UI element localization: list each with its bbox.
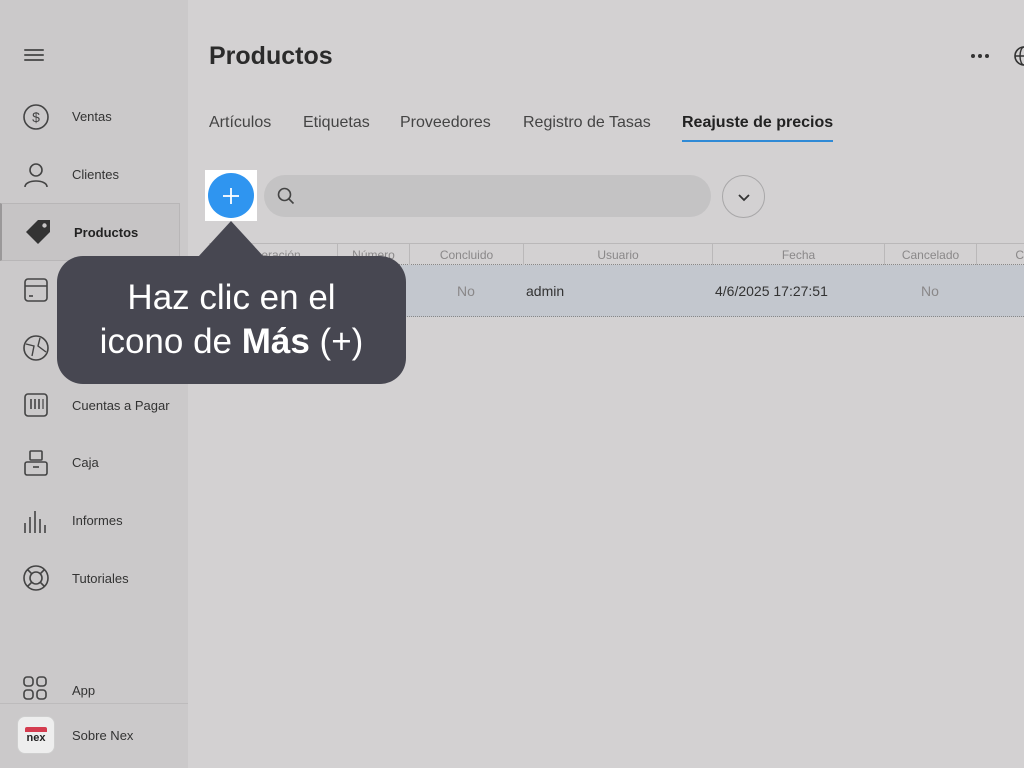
sidebar-item-label: Cuentas a Pagar	[72, 397, 170, 413]
cell-cancelado: No	[921, 283, 939, 299]
cell-concluido: No	[457, 283, 475, 299]
column-header[interactable]: Concluido	[409, 244, 523, 265]
sidebar-item-ventas[interactable]: $ Ventas	[0, 88, 188, 146]
sidebar-item-label: Caja	[72, 455, 99, 471]
column-header[interactable]: Fecha	[712, 244, 884, 265]
filter-dropdown-button[interactable]	[722, 175, 765, 218]
sidebar-item-label: Informes	[72, 513, 123, 529]
hamburger-icon[interactable]	[24, 46, 46, 68]
cell-usuario: admin	[526, 283, 565, 299]
add-button-highlight	[205, 170, 257, 221]
tooltip-arrow	[198, 221, 264, 257]
tooltip-line-1: Haz clic en el	[127, 278, 336, 317]
dollar-circle-icon: $	[22, 103, 50, 131]
svg-text:$: $	[32, 109, 40, 125]
nex-logo-text: nex	[26, 731, 46, 744]
search-input[interactable]	[308, 175, 698, 217]
lifebuoy-icon	[22, 564, 50, 592]
column-header[interactable]: Cancelado	[884, 244, 976, 265]
sidebar-item-informes[interactable]: Informes	[0, 492, 188, 550]
sidebar-item-label: Productos	[74, 224, 139, 240]
tooltip-bold-text: Más	[241, 322, 310, 361]
sidebar-item-app[interactable]: App	[22, 675, 95, 706]
page-title: Productos	[209, 42, 333, 70]
sidebar-item-productos[interactable]: Productos	[0, 203, 180, 262]
plus-icon	[223, 187, 239, 204]
add-button[interactable]	[208, 173, 254, 218]
globe-icon[interactable]	[1012, 44, 1024, 68]
sidebar-item-sobre-nex[interactable]: nex Sobre Nex	[17, 716, 133, 754]
sidebar-item-label: Tutoriales	[72, 570, 129, 586]
tab-etiquetas[interactable]: Etiquetas	[303, 114, 370, 142]
sidebar-item-caja[interactable]: Caja	[0, 434, 188, 492]
search-box[interactable]	[264, 175, 711, 217]
more-dots-icon[interactable]	[966, 44, 994, 68]
tab-articulos[interactable]: Artículos	[209, 114, 271, 142]
column-header[interactable]: C	[976, 244, 1024, 265]
sidebar-divider	[0, 703, 188, 704]
tooltip-text: icono de	[99, 322, 242, 361]
invoice-icon	[22, 391, 50, 419]
tooltip-text: (+)	[309, 322, 364, 361]
grid-icon	[22, 675, 48, 706]
tab-registro-de-tasas[interactable]: Registro de Tasas	[523, 114, 651, 142]
sidebar-item-label: App	[72, 682, 96, 698]
search-icon	[277, 187, 295, 205]
tooltip-line-2: icono de Más (+)	[57, 320, 406, 364]
sidebar-item-label: Clientes	[72, 167, 119, 183]
tutorial-tooltip: Haz clic en el icono de Más (+)	[57, 256, 406, 384]
globe-chart-icon	[22, 334, 50, 362]
nex-logo: nex	[17, 716, 55, 754]
cash-register-icon	[22, 449, 50, 477]
sidebar-item-clientes[interactable]: Clientes	[0, 146, 188, 204]
column-header[interactable]: Usuario	[523, 244, 712, 265]
box-icon	[22, 276, 50, 304]
sidebar: $ Ventas Clientes Productos Cuentas a Pa…	[0, 0, 188, 768]
tab-reajuste-de-precios[interactable]: Reajuste de precios	[682, 114, 834, 142]
person-icon	[22, 161, 50, 189]
cell-fecha: 4/6/2025 17:27:51	[715, 283, 828, 299]
sidebar-item-label: Ventas	[72, 109, 112, 125]
sidebar-item-label: Sobre Nex	[72, 727, 134, 743]
tab-proveedores[interactable]: Proveedores	[400, 114, 491, 142]
sidebar-item-cuentas-a-pagar[interactable]: Cuentas a Pagar	[0, 376, 188, 434]
bar-chart-icon	[22, 507, 50, 535]
chevron-down-icon	[737, 193, 750, 201]
tag-icon	[24, 218, 52, 246]
sidebar-item-tutoriales[interactable]: Tutoriales	[0, 550, 188, 608]
